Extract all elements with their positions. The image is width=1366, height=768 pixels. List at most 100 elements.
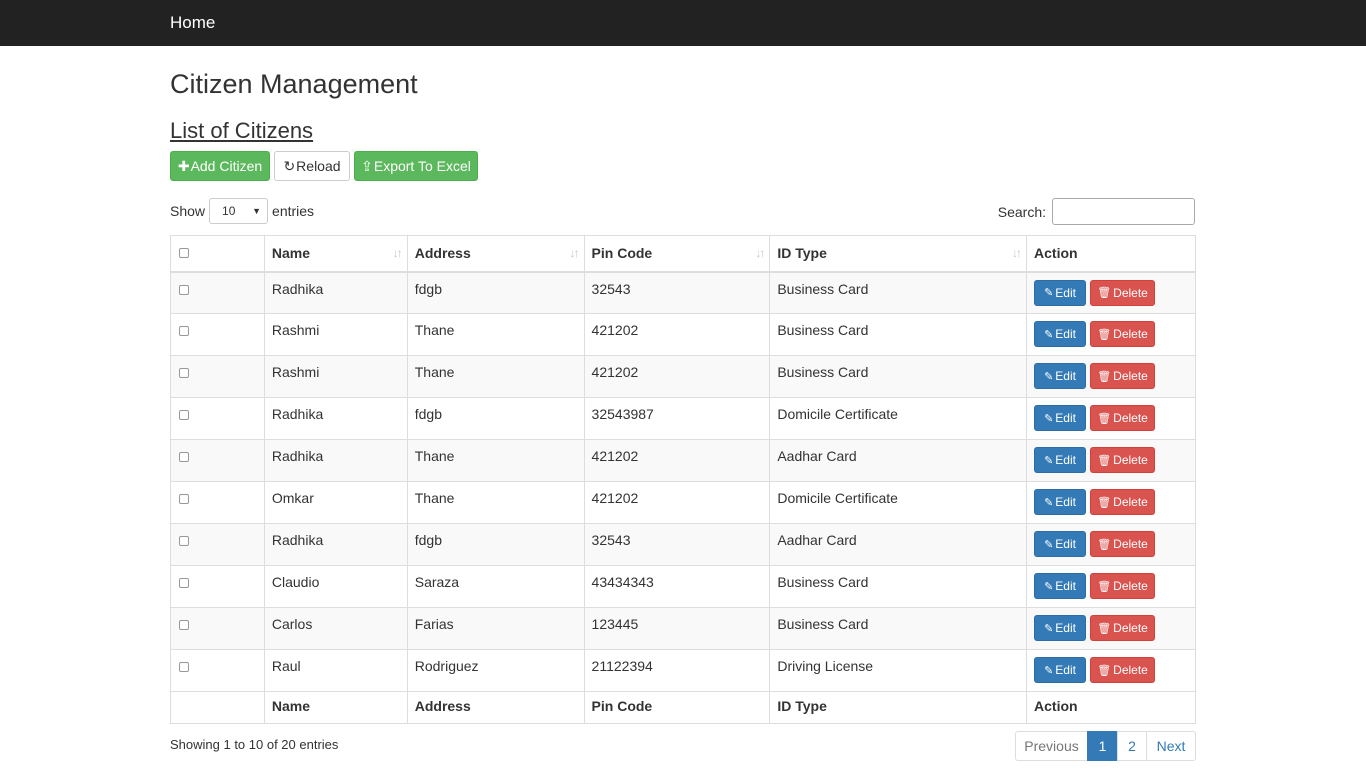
page-length-value: 10 [222,204,236,218]
sort-icon[interactable]: ↓↑ [1012,246,1022,260]
cell-pin-code: 32543 [583,271,771,314]
column-header-action: Action [1026,235,1196,273]
delete-button[interactable]: 🗑 Delete [1090,489,1156,515]
home-link[interactable]: Home [170,13,215,33]
cell-pin-code: 32543987 [583,397,771,440]
row-checkbox[interactable] [179,536,189,546]
edit-button[interactable]: ✎ Edit [1034,615,1087,641]
delete-button[interactable]: 🗑 Delete [1090,447,1156,473]
edit-label: Edit [1055,285,1076,300]
row-checkbox[interactable] [179,284,189,295]
reload-button[interactable]: ↻ Reload [274,151,350,181]
sort-icon[interactable]: ↓↑ [755,246,765,260]
cell-pin-code: 421202 [583,481,771,524]
edit-button[interactable]: ✎ Edit [1034,447,1087,473]
edit-label: Edit [1055,327,1076,341]
row-checkbox[interactable] [179,452,189,462]
sort-icon[interactable]: ↓↑ [570,246,580,260]
page-length-select[interactable]: 10 ▼ [209,198,269,224]
row-select-cell [170,397,265,440]
table-row: Radhika fdgb 32543987 Domicile Certificate ✎… [170,397,1196,440]
page-1-button[interactable]: 1 [1087,731,1118,761]
table-row: Omkar Thane 421202 Domicile Certificate ✎ Edi… [170,481,1196,524]
page-title: Citizen Management [170,69,418,99]
row-checkbox[interactable] [179,368,189,378]
cell-address: fdgb [406,523,585,566]
cell-action: ✎ Edit 🗑 Delete [1026,565,1196,608]
page-2-button[interactable]: 2 [1117,731,1147,761]
trash-icon: 🗑 [1097,580,1112,593]
row-actions: ✎ Edit 🗑 Delete [1034,531,1188,557]
select-all-cell [170,235,265,273]
delete-button[interactable]: 🗑 Delete [1090,531,1156,557]
delete-button[interactable]: 🗑 Delete [1090,657,1156,683]
row-select-cell [170,481,265,524]
edit-button[interactable]: ✎ Edit [1034,363,1087,389]
trash-icon: 🗑 [1097,412,1112,425]
refresh-icon: ↻ [283,158,296,174]
cell-action: ✎ Edit 🗑 Delete [1026,271,1196,314]
edit-label: Edit [1055,369,1076,383]
edit-button[interactable]: ✎ Edit [1034,573,1087,599]
delete-button[interactable]: 🗑 Delete [1090,615,1156,641]
edit-button[interactable]: ✎ Edit [1034,489,1087,515]
row-checkbox[interactable] [179,578,189,588]
edit-button[interactable]: ✎ Edit [1034,405,1087,431]
select-all-checkbox[interactable] [179,248,189,258]
page-length-control: Show 10 ▼ entries [170,198,314,224]
cell-address: Thane [406,355,585,398]
export-to-excel-button[interactable]: ⇪ Export To Excel [354,151,478,181]
pagination: Previous 1 2 Next [1015,731,1196,761]
trash-icon: 🗑 [1097,328,1112,341]
delete-button[interactable]: 🗑 Delete [1090,573,1156,599]
cell-pin-code: 43434343 [583,565,771,608]
cell-id-type: Aadhar Card [769,439,1028,482]
table-body: Radhika fdgb 32543 Business Card ✎ Edit 🗑 Delet… [170,271,1196,692]
list-heading[interactable]: List of Citizens [170,118,313,144]
pencil-icon: ✎ [1044,412,1054,425]
cell-action: ✎ Edit 🗑 Delete [1026,397,1196,440]
edit-label: Edit [1055,495,1076,509]
cell-id-type: Domicile Certificate [769,397,1028,440]
edit-button[interactable]: ✎ Edit [1034,321,1087,347]
delete-label: Delete [1113,453,1148,467]
previous-page-button[interactable]: Previous [1015,731,1088,761]
next-page-button[interactable]: Next [1146,731,1196,761]
edit-button[interactable]: ✎ Edit [1034,657,1087,683]
row-checkbox[interactable] [179,620,189,630]
pencil-icon: ✎ [1044,580,1054,593]
row-checkbox[interactable] [179,326,189,336]
row-checkbox[interactable] [179,410,189,420]
footer-pin-code: Pin Code [583,691,771,724]
column-header-name[interactable]: Name ↓↑ [263,235,408,273]
row-checkbox[interactable] [179,662,189,672]
pencil-icon: ✎ [1044,496,1054,509]
row-actions: ✎ Edit 🗑 Delete [1034,615,1188,641]
row-checkbox[interactable] [179,494,189,504]
edit-button[interactable]: ✎ Edit [1034,531,1087,557]
pencil-icon: ✎ [1044,538,1054,551]
row-actions: ✎ Edit 🗑 Delete [1034,321,1188,347]
table-row: Rashmi Thane 421202 Business Card ✎ Edit 🗑 Dele… [170,313,1196,356]
search-input[interactable] [1052,198,1195,225]
delete-label: Delete [1113,579,1148,593]
cell-id-type: Business Card [769,607,1028,650]
edit-button[interactable]: ✎ Edit [1034,279,1087,306]
delete-button[interactable]: 🗑 Delete [1090,321,1156,347]
cell-pin-code: 421202 [583,313,771,356]
delete-button[interactable]: 🗑 Delete [1090,405,1156,431]
reload-label: Reload [296,158,341,174]
column-header-id-type[interactable]: ID Type ↓↑ [769,235,1028,273]
footer-id-type: ID Type [769,691,1028,724]
add-citizen-button[interactable]: ✚ Add Citizen [170,151,270,181]
cell-action: ✎ Edit 🗑 Delete [1026,439,1196,482]
delete-button[interactable]: 🗑 Delete [1090,279,1156,306]
edit-label: Edit [1055,621,1076,635]
sort-icon[interactable]: ↓↑ [393,246,403,260]
column-header-address[interactable]: Address ↓↑ [406,235,585,273]
delete-label: Delete [1113,663,1148,677]
row-select-cell [170,523,265,566]
cell-action: ✎ Edit 🗑 Delete [1026,355,1196,398]
column-header-pin-code[interactable]: Pin Code ↓↑ [583,235,771,273]
delete-button[interactable]: 🗑 Delete [1090,363,1156,389]
